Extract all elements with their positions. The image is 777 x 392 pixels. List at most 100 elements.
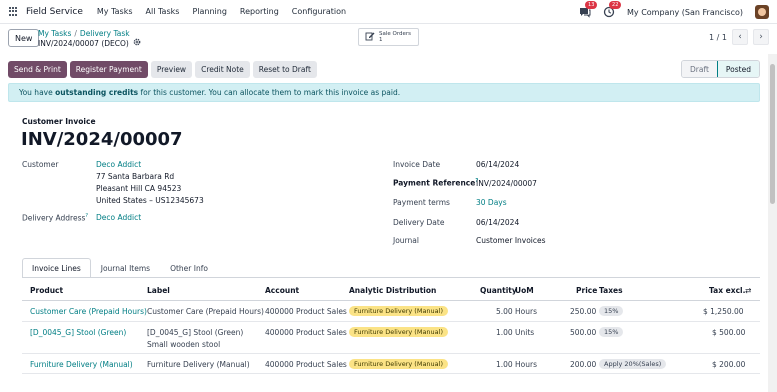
payment-terms-value[interactable]: 30 Days (476, 198, 507, 207)
invoice-type: Customer Invoice (22, 117, 96, 126)
tax-tag[interactable]: 15% (599, 327, 624, 337)
page-scrollbar[interactable] (768, 54, 777, 392)
tax-tag[interactable]: 15% (599, 306, 624, 316)
credit-note-button[interactable]: Credit Note (195, 61, 250, 78)
row-product[interactable]: Furniture Delivery (Manual) (30, 360, 133, 369)
row-uom[interactable]: Hours (515, 307, 537, 316)
table-row[interactable]: Customer Care (Prepaid Hours) Customer C… (22, 301, 760, 322)
table-row[interactable]: [D_0045_G] Stool (Green) [D_0045_G] Stoo… (22, 322, 760, 354)
main-menu: My Tasks All Tasks Planning Reporting Co… (97, 7, 346, 16)
chevron-right-icon[interactable]: › (753, 29, 769, 45)
breadcrumb-delivery-task[interactable]: Delivery Task (80, 29, 130, 38)
chat-badge: 13 (585, 1, 598, 9)
col-quantity[interactable]: Quantity (480, 286, 517, 295)
col-taxes[interactable]: Taxes (599, 286, 623, 295)
row-product[interactable]: Customer Care (Prepaid Hours) (30, 307, 147, 316)
outstanding-credits-alert: You have outstanding credits for this cu… (8, 83, 760, 102)
app-name[interactable]: Field Service (26, 7, 83, 17)
customer-name[interactable]: Deco Addict (96, 160, 141, 169)
menu-item-planning[interactable]: Planning (192, 7, 226, 16)
row-tax-excl: $ 200.00 (712, 360, 746, 369)
alert-bold: outstanding credits (55, 88, 139, 97)
tab-journal-items[interactable]: Journal Items (91, 258, 160, 278)
control-panel: New My Tasks / Delivery Task INV/2024/0000… (0, 24, 777, 54)
apps-menu-icon[interactable] (9, 7, 18, 16)
menu-item-reporting[interactable]: Reporting (240, 7, 279, 16)
delivery-date-label: Delivery Date (393, 218, 445, 227)
pager: 1 / 1 ‹ › (709, 29, 769, 45)
notebook-tabs: Invoice Lines Journal Items Other Info (22, 258, 218, 278)
chat-icon[interactable]: 13 (579, 1, 598, 18)
row-label[interactable]: Furniture Delivery (Manual) (147, 360, 250, 369)
row-quantity[interactable]: 1.00 (496, 328, 513, 337)
row-product[interactable]: [D_0045_G] Stool (Green) (30, 328, 126, 337)
row-quantity[interactable]: 5.00 (496, 307, 513, 316)
col-price[interactable]: Price (576, 286, 597, 295)
company-switcher[interactable]: My Company (San Francisco) (627, 8, 743, 17)
analytic-tag[interactable]: Furniture Delivery (Manual) (349, 359, 448, 369)
top-navbar: Field Service My Tasks All Tasks Plannin… (0, 0, 777, 24)
row-label-description[interactable]: Small wooden stool (147, 340, 220, 349)
table-header: Product Label Account Analytic Distribut… (22, 278, 760, 301)
col-account[interactable]: Account (265, 286, 299, 295)
chevron-left-icon[interactable]: ‹ (732, 29, 748, 45)
analytic-tag[interactable]: Furniture Delivery (Manual) (349, 327, 448, 337)
send-print-button[interactable]: Send & Print (8, 61, 67, 78)
row-uom[interactable]: Hours (515, 360, 537, 369)
row-label[interactable]: [D_0045_G] Stool (Green) (147, 328, 243, 337)
row-uom[interactable]: Units (515, 328, 534, 337)
reset-to-draft-button[interactable]: Reset to Draft (252, 61, 317, 78)
table-row[interactable]: Furniture Delivery (Manual) Furniture De… (22, 354, 760, 374)
row-account[interactable]: 400000 Product Sales (265, 360, 347, 369)
payment-terms-label: Payment terms (393, 198, 450, 207)
row-price[interactable]: 500.00 (570, 328, 596, 337)
journal-value[interactable]: Customer Invoices (476, 236, 546, 245)
activity-clock-icon[interactable]: 22 (603, 1, 622, 18)
delivery-address-label: Delivery Address? (22, 213, 89, 223)
scrollbar-thumb[interactable] (770, 64, 775, 204)
analytic-tag[interactable]: Furniture Delivery (Manual) (349, 306, 448, 316)
col-uom[interactable]: UoM (515, 286, 534, 295)
row-price[interactable]: 200.00 (570, 360, 596, 369)
preview-button[interactable]: Preview (150, 61, 193, 78)
menu-item-configuration[interactable]: Configuration (292, 7, 346, 16)
alert-suffix: for this customer. You can allocate them… (140, 88, 401, 97)
sale-orders-smart-button[interactable]: Sale Orders 1 (358, 28, 419, 46)
status-draft[interactable]: Draft (682, 61, 717, 77)
customer-label: Customer (22, 160, 59, 169)
journal-label: Journal (393, 236, 419, 245)
tab-invoice-lines[interactable]: Invoice Lines (22, 258, 91, 278)
col-tax-excl[interactable]: Tax excl. (709, 286, 745, 295)
new-button[interactable]: New (8, 29, 40, 47)
row-account[interactable]: 400000 Product Sales (265, 307, 347, 316)
delivery-date-value[interactable]: 06/14/2024 (476, 218, 519, 227)
invoice-number: INV/2024/00007 (21, 129, 183, 150)
register-payment-button[interactable]: Register Payment (69, 61, 148, 78)
delivery-address-value[interactable]: Deco Addict (96, 213, 141, 222)
action-buttons: Send & Print Register Payment Preview Cr… (8, 61, 317, 78)
invoice-date-value[interactable]: 06/14/2024 (476, 160, 519, 169)
current-record-name: INV/2024/00007 (DECO) (38, 38, 129, 48)
payment-reference-value[interactable]: INV/2024/00007 (476, 179, 537, 188)
invoice-lines-table: Product Label Account Analytic Distribut… (22, 278, 760, 374)
status-bar: Draft Posted (681, 60, 760, 78)
col-product[interactable]: Product (30, 286, 63, 295)
pager-value[interactable]: 1 / 1 (709, 33, 727, 42)
row-account[interactable]: 400000 Product Sales (265, 328, 347, 337)
tab-other-info[interactable]: Other Info (160, 258, 218, 278)
customer-address-line3: United States – US12345673 (96, 196, 204, 205)
breadcrumb-my-tasks[interactable]: My Tasks (38, 29, 71, 38)
column-settings-icon[interactable]: ⇄ (745, 286, 751, 295)
menu-item-all-tasks[interactable]: All Tasks (146, 7, 180, 16)
tax-tag[interactable]: Apply 20%(Sales) (599, 359, 667, 369)
user-avatar[interactable] (755, 5, 769, 19)
row-price[interactable]: 250.00 (570, 307, 596, 316)
col-analytic[interactable]: Analytic Distribution (349, 286, 436, 295)
customer-address-line1: 77 Santa Barbara Rd (96, 172, 175, 181)
row-quantity[interactable]: 1.00 (496, 360, 513, 369)
status-posted[interactable]: Posted (716, 61, 759, 77)
menu-item-my-tasks[interactable]: My Tasks (97, 7, 133, 16)
col-label[interactable]: Label (147, 286, 170, 295)
gear-icon[interactable] (133, 38, 141, 48)
row-label[interactable]: Customer Care (Prepaid Hours) (147, 307, 264, 316)
